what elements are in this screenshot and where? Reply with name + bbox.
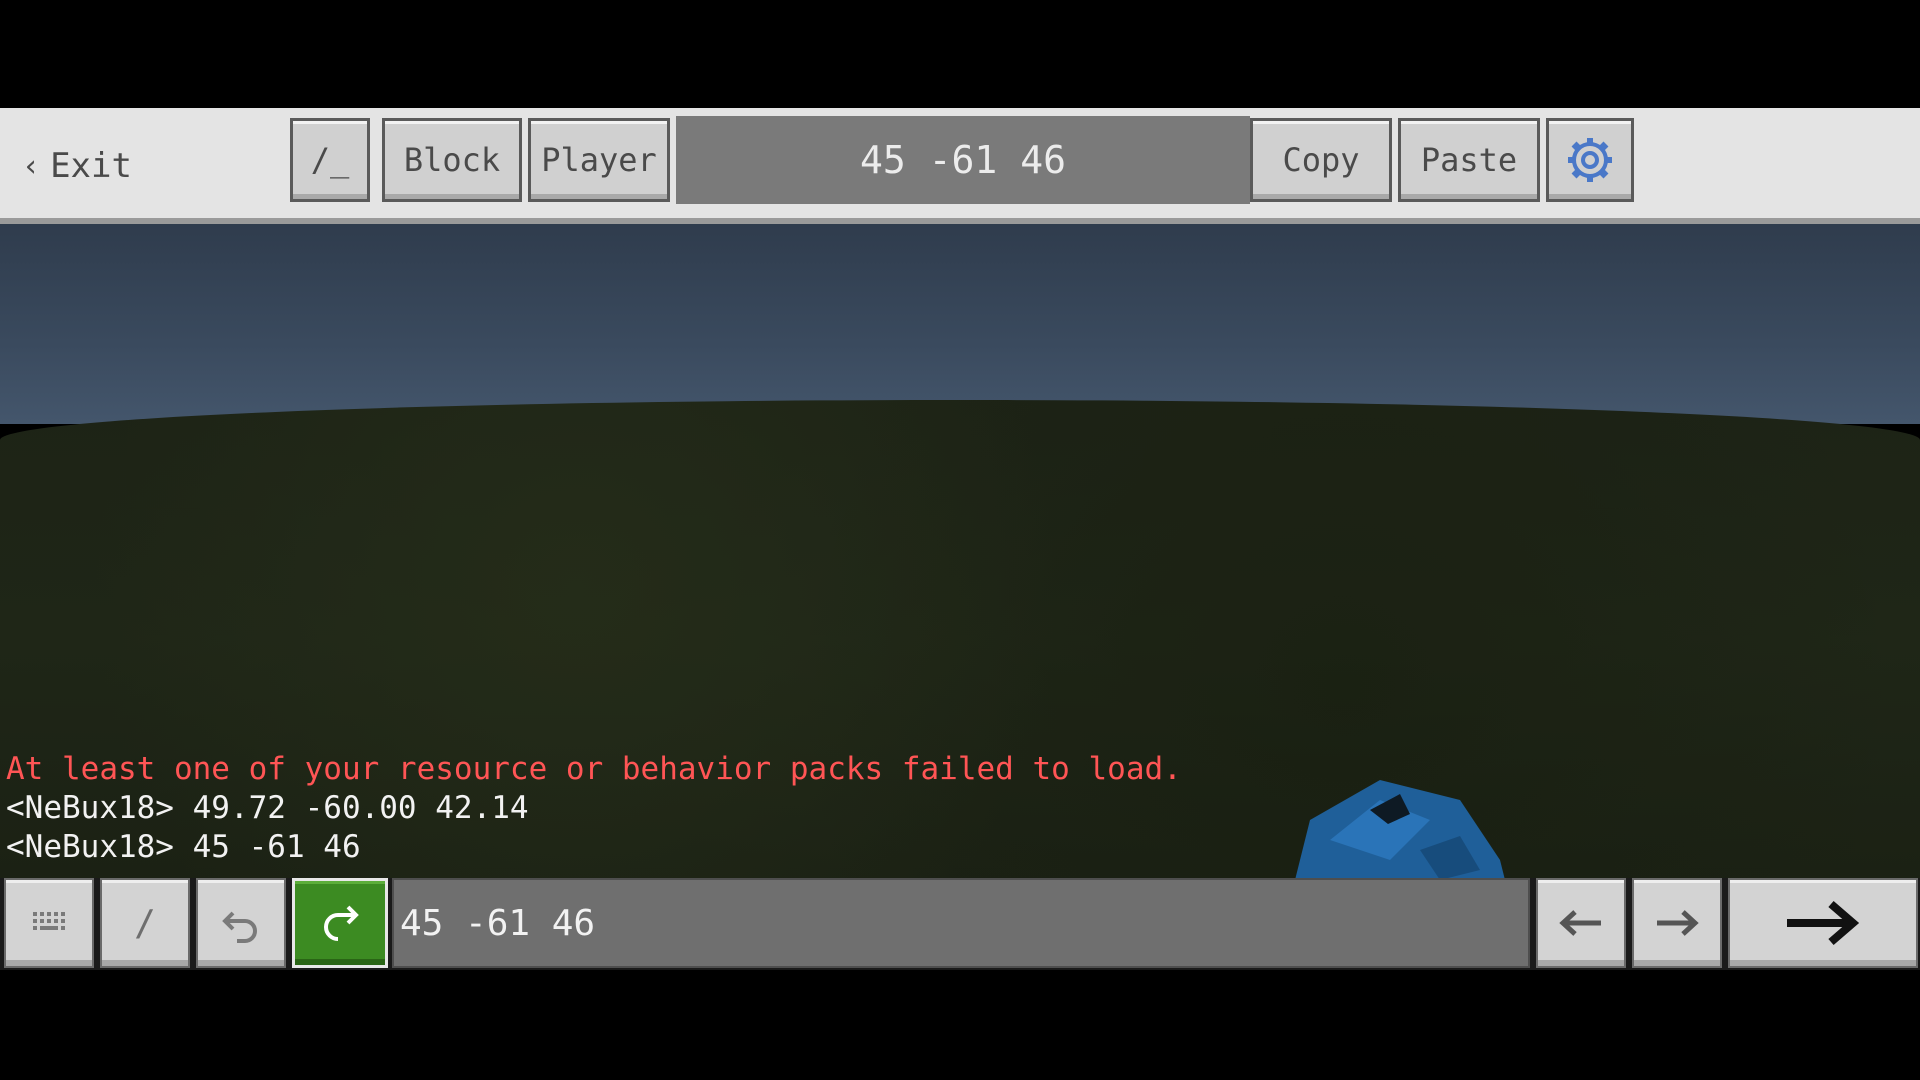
coordinates-text: 45 -61 46 [860,138,1066,182]
command-input[interactable]: 45 -61 46 [392,878,1530,968]
chat-message: <NeBux18> 49.72 -60.00 42.14 [6,790,529,826]
player-label: Player [541,141,657,179]
arrow-left-icon [1559,910,1601,936]
copy-label: Copy [1282,141,1360,179]
chevron-left-icon: ‹ [22,148,41,184]
keyboard-icon [33,912,65,930]
block-button[interactable]: Block [382,118,522,202]
previous-command-button[interactable] [1536,878,1626,968]
redo-button[interactable] [292,878,388,968]
gear-icon [1568,138,1612,182]
blue-block [1295,780,1505,878]
undo-button[interactable] [196,878,286,968]
block-label: Block [403,141,501,179]
sky [0,224,1920,424]
chat-warning-message: At least one of your resource or behavio… [6,751,1182,787]
exit-button[interactable]: ‹ Exit [22,142,132,190]
send-button[interactable] [1728,878,1918,968]
letterbox-bottom [0,970,1920,1080]
keyboard-button[interactable] [4,878,94,968]
slash-command-label: /_ [310,141,350,179]
arrow-right-icon [1657,910,1699,936]
player-button[interactable]: Player [528,118,670,202]
chat-message: <NeBux18> 45 -61 46 [6,829,361,865]
paste-label: Paste [1420,141,1518,179]
slash-button[interactable]: / [100,878,190,968]
next-command-button[interactable] [1632,878,1722,968]
slash-command-button[interactable]: /_ [290,118,370,202]
settings-button[interactable] [1546,118,1634,202]
send-arrow-icon [1787,900,1860,946]
exit-label: Exit [50,146,132,186]
undo-icon [222,911,257,943]
redo-icon [324,905,359,941]
letterbox-top [0,0,1920,108]
coordinates-display: 45 -61 46 [676,116,1250,204]
top-toolbar: ‹ Exit /_ Block Player 45 -61 46 Copy Pa… [0,108,1920,224]
command-input-text: 45 -61 46 [400,902,596,944]
paste-button[interactable]: Paste [1398,118,1540,202]
copy-button[interactable]: Copy [1250,118,1392,202]
chat-log: At least one of your resource or behavio… [6,750,1182,867]
command-bar: / 45 -61 46 [0,878,1920,970]
slash-label: / [134,902,156,944]
